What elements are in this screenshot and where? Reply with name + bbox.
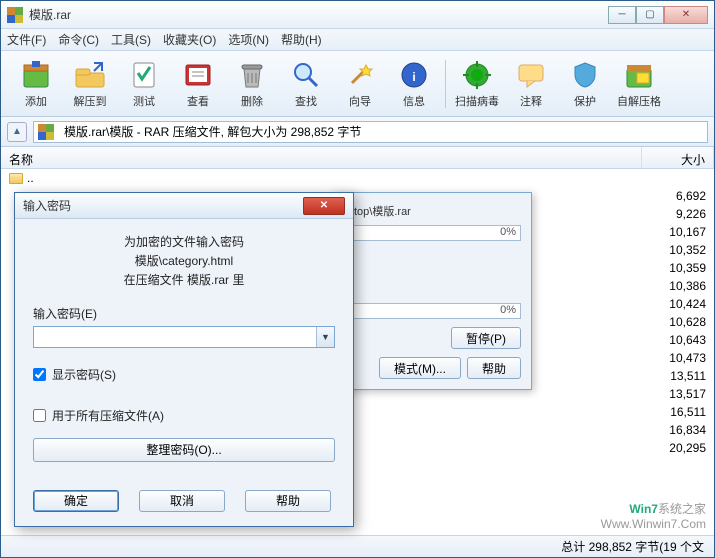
password-message: 为加密的文件输入密码 模版\category.html 在压缩文件 模版.rar… xyxy=(33,233,335,291)
show-password-checkbox[interactable]: 显示密码(S) xyxy=(33,366,335,383)
progress-dialog: sktop\模版.rar 0% 0% 暂停(P) 模式(M)... 帮助 xyxy=(332,192,532,390)
manage-passwords-button[interactable]: 整理密码(O)... xyxy=(33,438,335,462)
app-icon xyxy=(7,7,23,23)
titlebar: 模版.rar ─ ▢ ✕ xyxy=(1,1,714,29)
use-for-all-checkbox[interactable]: 用于所有压缩文件(A) xyxy=(33,407,335,424)
password-dialog-titlebar: 输入密码 ✕ xyxy=(15,193,353,219)
maximize-button[interactable]: ▢ xyxy=(636,6,664,24)
menu-options[interactable]: 选项(N) xyxy=(228,31,269,48)
password-dropdown-button[interactable]: ▼ xyxy=(316,327,334,347)
menu-tools[interactable]: 工具(S) xyxy=(111,31,151,48)
archive-icon xyxy=(38,124,54,140)
cancel-button[interactable]: 取消 xyxy=(139,490,225,512)
tool-find[interactable]: 查找 xyxy=(279,55,333,113)
svg-text:i: i xyxy=(412,70,415,84)
address-text: 模版.rar\模版 - RAR 压缩文件, 解包大小为 298,852 字节 xyxy=(64,123,361,140)
tool-delete[interactable]: 删除 xyxy=(225,55,279,113)
window-title: 模版.rar xyxy=(29,6,608,23)
toolbar-separator xyxy=(445,60,446,108)
close-button[interactable]: ✕ xyxy=(664,6,708,24)
pause-button[interactable]: 暂停(P) xyxy=(451,327,521,349)
tool-test[interactable]: 测试 xyxy=(117,55,171,113)
tool-info[interactable]: i信息 xyxy=(387,55,441,113)
menubar: 文件(F) 命令(C) 工具(S) 收藏夹(O) 选项(N) 帮助(H) xyxy=(1,29,714,51)
toolbar: 添加 解压到 测试 查看 删除 查找 向导 i信息 扫描病毒 注释 保护 自解压… xyxy=(1,51,714,117)
menu-file[interactable]: 文件(F) xyxy=(7,31,46,48)
menu-favorites[interactable]: 收藏夹(O) xyxy=(163,31,216,48)
tool-extract[interactable]: 解压到 xyxy=(63,55,117,113)
progress-help-button[interactable]: 帮助 xyxy=(467,357,521,379)
menu-command[interactable]: 命令(C) xyxy=(58,31,99,48)
tool-scan[interactable]: 扫描病毒 xyxy=(450,55,504,113)
password-dialog: 输入密码 ✕ 为加密的文件输入密码 模版\category.html 在压缩文件… xyxy=(14,192,354,527)
progress-filename: sktop\模版.rar xyxy=(343,203,521,219)
tool-protect[interactable]: 保护 xyxy=(558,55,612,113)
menu-help[interactable]: 帮助(H) xyxy=(281,31,322,48)
tool-add[interactable]: 添加 xyxy=(9,55,63,113)
statusbar: 总计 298,852 字节(19 个文 xyxy=(1,535,714,557)
addressbar: ▲ 模版.rar\模版 - RAR 压缩文件, 解包大小为 298,852 字节 xyxy=(1,117,714,147)
tool-wizard[interactable]: 向导 xyxy=(333,55,387,113)
status-total: 总计 298,852 字节(19 个文 xyxy=(561,538,704,555)
ok-button[interactable]: 确定 xyxy=(33,490,119,512)
password-help-button[interactable]: 帮助 xyxy=(245,490,331,512)
password-input[interactable] xyxy=(33,326,335,348)
progress-bar-total: 0% xyxy=(343,303,521,319)
minimize-button[interactable]: ─ xyxy=(608,6,636,24)
window-controls: ─ ▢ ✕ xyxy=(608,6,708,24)
folder-icon xyxy=(9,173,23,184)
progress-bar-file: 0% xyxy=(343,225,521,241)
tool-comment[interactable]: 注释 xyxy=(504,55,558,113)
column-name[interactable]: 名称 xyxy=(1,147,642,168)
tool-view[interactable]: 查看 xyxy=(171,55,225,113)
password-dialog-close-button[interactable]: ✕ xyxy=(303,197,345,215)
list-item-up[interactable]: .. xyxy=(1,169,714,187)
column-size[interactable]: 大小 xyxy=(642,147,714,168)
list-header: 名称 大小 xyxy=(1,147,714,169)
password-dialog-title: 输入密码 xyxy=(23,197,303,214)
mode-button[interactable]: 模式(M)... xyxy=(379,357,461,379)
nav-up-button[interactable]: ▲ xyxy=(7,122,27,142)
password-label: 输入密码(E) xyxy=(33,305,335,322)
address-field[interactable]: 模版.rar\模版 - RAR 压缩文件, 解包大小为 298,852 字节 xyxy=(33,121,708,143)
tool-sfx[interactable]: 自解压格 xyxy=(612,55,666,113)
